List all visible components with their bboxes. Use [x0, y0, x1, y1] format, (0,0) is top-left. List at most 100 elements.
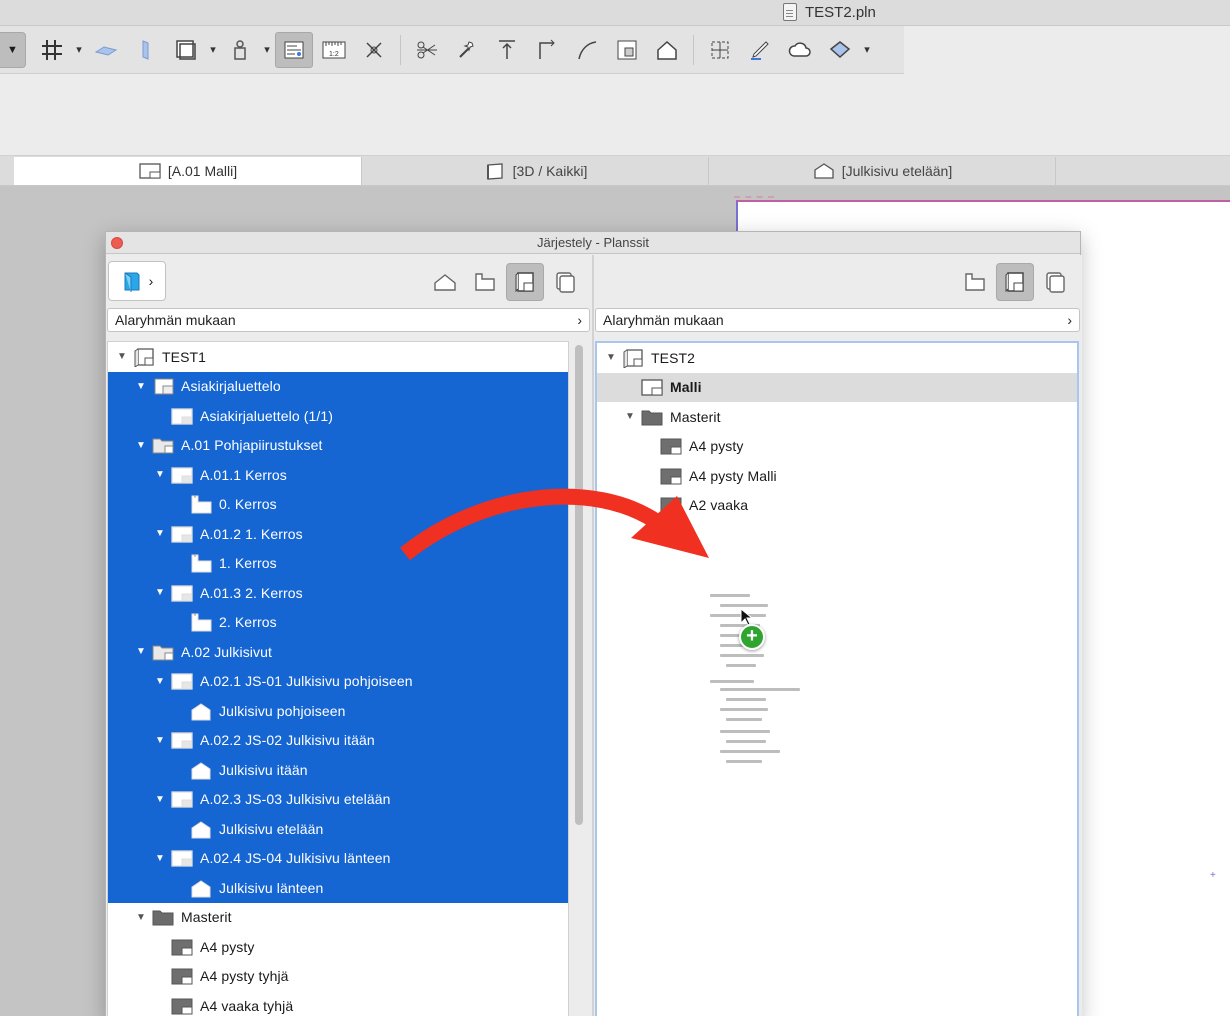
tree-row[interactable]: A4 pysty tyhjä	[108, 962, 568, 992]
disclosure-triangle-icon[interactable]: ▼	[135, 440, 147, 451]
curve-icon[interactable]	[568, 32, 606, 68]
layout-icon	[170, 465, 194, 485]
ghost-line	[710, 680, 754, 683]
tree-row[interactable]: ▼ Asiakirjaluettelo	[108, 371, 568, 401]
tree-row[interactable]: Julkisivu etelään	[108, 814, 568, 844]
tree-row[interactable]: A4 vaaka tyhjä	[108, 991, 568, 1016]
tree-row-label: Julkisivu pohjoiseen	[219, 702, 346, 719]
tree-row-label: A4 pysty tyhjä	[200, 968, 289, 985]
tree-row-label: A4 pysty	[689, 438, 744, 455]
figure-icon[interactable]	[221, 32, 259, 68]
publisher-mode-button[interactable]	[1036, 263, 1074, 301]
folder-doc-icon	[151, 435, 175, 455]
disclosure-triangle-icon[interactable]: ▼	[154, 735, 166, 746]
subset-icon	[151, 376, 175, 396]
tree-row-label: Masterit	[670, 408, 721, 425]
grid-snap-icon[interactable]	[33, 32, 71, 68]
chevron-down-icon[interactable]: ▾	[206, 43, 220, 56]
tree-row-label: Asiakirjaluettelo (1/1)	[200, 407, 334, 424]
elevate-icon[interactable]	[488, 32, 526, 68]
tab-3d-kaikki[interactable]: [3D / Kaikki]	[362, 157, 709, 185]
chevron-down-icon[interactable]: ▾	[860, 43, 874, 56]
tree-row[interactable]: Malli	[597, 372, 1077, 402]
publisher-mode-button[interactable]	[546, 263, 584, 301]
master-icon	[170, 996, 194, 1016]
tab-a01-malli[interactable]: [A.01 Malli]	[14, 157, 362, 185]
chevron-right-icon: ›	[1067, 312, 1072, 328]
project-chooser-button[interactable]: ›	[108, 261, 166, 301]
slab-icon[interactable]	[87, 32, 125, 68]
disclosure-triangle-icon[interactable]: ▼	[154, 853, 166, 864]
tree-row[interactable]: Julkisivu pohjoiseen	[108, 696, 568, 726]
left-pane: › Alaryhmän mukaan › ▼ TEST1 ▼ Asiakirjalue…	[106, 255, 592, 1016]
tree-row[interactable]: ▼ TEST2	[597, 343, 1077, 373]
left-tree[interactable]: ▼ TEST1 ▼ Asiakirjaluettelo Asiakirjaluettel…	[107, 341, 569, 1016]
canvas-hotspot-marker: +	[1210, 870, 1216, 881]
tree-row[interactable]: ▼ Masterit	[108, 903, 568, 933]
sheet-layout-icon[interactable]	[275, 31, 313, 68]
tree-row[interactable]: ▼ A.02.1 JS-01 Julkisivu pohjoiseen	[108, 666, 568, 696]
tree-row[interactable]: Julkisivu itään	[108, 755, 568, 785]
offset-icon[interactable]	[528, 32, 566, 68]
cloud-icon[interactable]	[781, 32, 819, 68]
grid-element-icon[interactable]	[701, 32, 739, 68]
disclosure-triangle-icon[interactable]: ▼	[154, 794, 166, 805]
disclosure-triangle-icon[interactable]: ▼	[135, 646, 147, 657]
tree-row[interactable]: ▼ A.02.2 JS-02 Julkisivu itään	[108, 725, 568, 755]
view-map-mode-button[interactable]	[426, 263, 464, 301]
tree-row-label: A.02.2 JS-02 Julkisivu itään	[200, 732, 375, 749]
view-set-mode-button[interactable]	[466, 263, 504, 301]
close-button[interactable]	[111, 237, 123, 249]
tree-row[interactable]: ▼ A.02 Julkisivut	[108, 637, 568, 667]
mirror-icon[interactable]	[355, 32, 393, 68]
ghost-line	[726, 760, 762, 763]
ruler-icon[interactable]: 1:2	[315, 32, 353, 68]
disclosure-triangle-icon[interactable]: ▼	[605, 352, 617, 363]
folder-icon	[640, 407, 664, 427]
tree-row[interactable]: ▼ A.01.3 2. Kerros	[108, 578, 568, 608]
layout-book-mode-button[interactable]	[996, 263, 1034, 301]
tree-row[interactable]: Asiakirjaluettelo (1/1)	[108, 401, 568, 431]
tab-julkisivu-etelaan[interactable]: [Julkisivu etelään]	[709, 157, 1056, 185]
tree-row[interactable]: ▼ A.02.3 JS-03 Julkisivu etelään	[108, 784, 568, 814]
right-tree[interactable]: ▼ TEST2 Malli ▼ Masterit A4 pysty A4 pysty Mal…	[595, 341, 1079, 1016]
disclosure-triangle-icon[interactable]: ▼	[624, 411, 636, 422]
split-icon[interactable]	[408, 32, 446, 68]
view-set-mode-button[interactable]	[956, 263, 994, 301]
tree-row[interactable]: A4 pysty	[597, 432, 1077, 462]
pencil-icon[interactable]	[741, 32, 779, 68]
render-icon[interactable]	[821, 32, 859, 68]
ghost-line	[720, 654, 764, 657]
tree-row[interactable]: ▼ Masterit	[597, 402, 1077, 432]
magic-wand-icon[interactable]	[448, 32, 486, 68]
disclosure-triangle-icon[interactable]: ▼	[154, 587, 166, 598]
tree-row[interactable]: ▼ TEST1	[108, 342, 568, 372]
tree-row[interactable]: A4 pysty	[108, 932, 568, 962]
left-group-by-select[interactable]: Alaryhmän mukaan ›	[107, 308, 590, 332]
ghost-line	[720, 750, 780, 753]
disclosure-triangle-icon[interactable]: ▼	[154, 469, 166, 480]
tree-row-label: Malli	[670, 379, 702, 396]
disclosure-triangle-icon[interactable]: ▼	[154, 676, 166, 687]
tree-row[interactable]: ▼ A.02.4 JS-04 Julkisivu länteen	[108, 843, 568, 873]
object-icon[interactable]	[167, 32, 205, 68]
right-group-by-select[interactable]: Alaryhmän mukaan ›	[595, 308, 1080, 332]
column-icon[interactable]	[127, 32, 165, 68]
toolbar-separator	[400, 34, 401, 65]
chevron-down-icon[interactable]: ▾	[72, 43, 86, 56]
tree-row[interactable]: Julkisivu länteen	[108, 873, 568, 903]
disclosure-triangle-icon[interactable]: ▼	[116, 351, 128, 362]
disclosure-triangle-icon[interactable]: ▼	[135, 912, 147, 923]
chevron-down-icon[interactable]: ▾	[260, 43, 274, 56]
scrollbar-thumb[interactable]	[575, 345, 583, 825]
tree-row[interactable]: ▼ A.01 Pohjapiirustukset	[108, 430, 568, 460]
disclosure-triangle-icon[interactable]: ▼	[154, 528, 166, 539]
master-icon	[170, 966, 194, 986]
tree-row[interactable]: 2. Kerros	[108, 607, 568, 637]
resize-icon[interactable]	[608, 32, 646, 68]
roof-icon[interactable]	[648, 32, 686, 68]
layout-book-mode-button[interactable]	[506, 263, 544, 301]
left-scrollbar[interactable]	[572, 343, 586, 1016]
toolbar-dropdown-caret[interactable]: ▼	[0, 31, 26, 68]
disclosure-triangle-icon[interactable]: ▼	[135, 381, 147, 392]
